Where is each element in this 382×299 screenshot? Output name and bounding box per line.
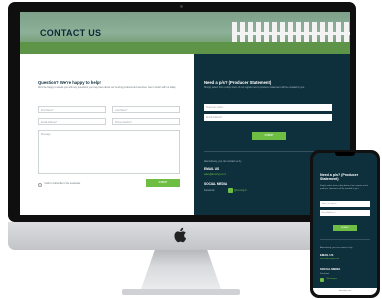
mobile-select-field[interactable]: Select an option [320,201,370,207]
question-submit-button[interactable]: SUBMIT [146,179,180,187]
email-heading: EMAIL US [204,167,220,171]
ps-form-title: Need a p/s? (Producer Statement) [204,80,272,85]
email-field[interactable]: Email Address* [38,118,106,125]
desktop-screen: CONTACT US Question? We're happy to help… [20,12,350,215]
mobile-submit-button[interactable]: SUBMIT [333,225,357,231]
mobile-phone-frame: Need a p/s? (Producer Statement) Simply … [310,150,380,298]
mobile-screen: Need a p/s? (Producer Statement) Simply … [313,153,377,295]
facebook-icon[interactable] [228,188,233,193]
newsletter-checkbox-label: I wish to subscribe to the newsletter [44,183,81,185]
mobile-facebook-icon[interactable] [320,278,324,282]
hero-grass [20,42,350,54]
mobile-alt-contact-text: Alternatively, you can contact us by [320,247,353,249]
imac-foot [122,289,240,295]
message-field[interactable]: Message [38,130,180,174]
mobile-email-heading: EMAIL US [320,253,334,257]
social-heading: SOCIAL MEDIA [204,182,228,186]
mobile-social-handle-link[interactable]: @fencingnz [326,278,337,280]
question-form: Question? We're happy to help! We'd be h… [20,54,194,215]
page-title: CONTACT US [40,28,102,38]
apple-logo-icon [174,227,187,243]
mobile-social-label: Facebook [320,273,330,275]
ps-submit-button[interactable]: SUBMIT [252,132,286,140]
ps-form-description: Simply select from a drop down of our re… [204,86,305,89]
email-link[interactable]: sales@fencing.co.nz [204,173,226,176]
phone-field[interactable]: Phone Number* [112,118,180,125]
social-label: Facebook [204,189,215,192]
ps-email-field[interactable]: Email Address* [204,114,332,121]
mobile-url-text: fencing.co.nz [338,290,352,292]
hero-fence-rail [232,32,350,35]
mobile-divider [320,239,370,240]
newsletter-checkbox[interactable] [38,183,42,187]
ps-select-field[interactable]: Select an option [204,104,332,111]
mobile-email-link[interactable]: sales@fencing.co.nz [320,258,339,260]
question-form-description: We'd be happy to assist you with any que… [38,86,177,89]
camera-dot [180,5,183,8]
phone-notch [335,152,355,156]
alt-contact-text: Alternatively, you can contact us by [204,160,242,163]
question-form-title: Question? We're happy to help! [38,80,101,85]
social-handle-link[interactable]: @fencingnz [234,189,247,192]
mobile-ps-title: Need a p/s? (Producer Statement) [320,173,359,182]
last-name-field[interactable]: Last Name* [112,106,180,113]
mobile-social-heading: SOCIAL MEDIA [320,267,341,271]
first-name-field[interactable]: First Name* [38,106,106,113]
imac-stand [140,250,222,292]
mobile-email-field[interactable]: Email Address* [320,210,370,216]
mobile-ps-description: Simply select from a drop down of our re… [320,185,369,190]
